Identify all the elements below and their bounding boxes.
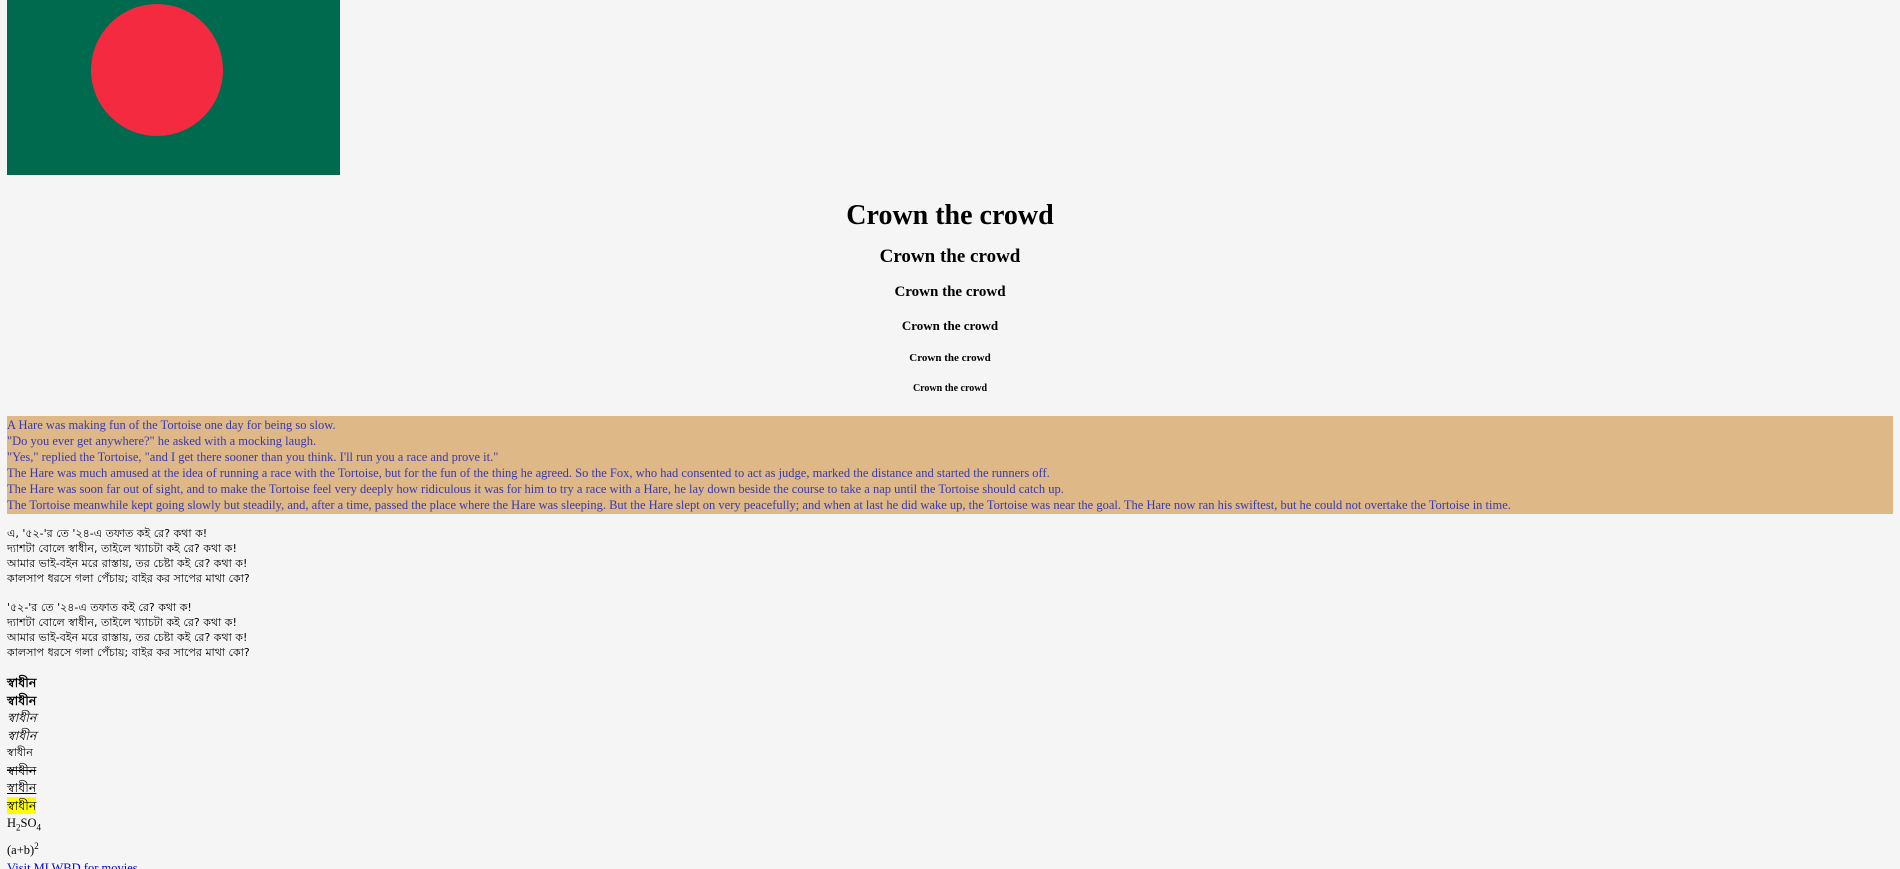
bangladesh-flag-image bbox=[7, 0, 340, 175]
mlwbd-link[interactable]: Visit MLWBD for movies bbox=[7, 861, 138, 869]
flag-disc bbox=[91, 4, 223, 136]
strong-word: স্বাধীন bbox=[7, 692, 37, 708]
story-line: "Do you ever get anywhere?" he asked wit… bbox=[7, 434, 317, 448]
small-word: স্বাধীন bbox=[7, 746, 33, 759]
story-line: The Hare was soon far out of sight, and … bbox=[7, 482, 1064, 496]
poem-verse-2: '৫২-'র তে '২৪-এ তফাত কই রে? কথা ক! দ্যাশ… bbox=[7, 600, 1893, 660]
italic-word: স্বাধীন bbox=[7, 710, 37, 725]
formula-h2so4: H2SO4 bbox=[7, 814, 1893, 837]
formula-superscript: 2 bbox=[34, 840, 39, 851]
story-paragraph: A Hare was making fun of the Tortoise on… bbox=[7, 416, 1893, 514]
formula-part: (a+b) bbox=[7, 842, 35, 857]
formula-part: SO bbox=[20, 816, 37, 830]
marked-word: স্বাধীন bbox=[7, 796, 37, 814]
emphasized-word: স্বাধীন bbox=[7, 727, 37, 743]
heading-4: Crown the crowd bbox=[901, 318, 999, 333]
story-line: A Hare was making fun of the Tortoise on… bbox=[7, 418, 336, 432]
formula-subscript: 4 bbox=[36, 822, 42, 833]
poem-line: কালসাপ ধরসে গলা পেঁচায়; বাইর কর সাপের ম… bbox=[7, 646, 250, 659]
headings-block: Crown the crowd Crown the crowd Crown th… bbox=[7, 193, 1893, 405]
poem-line: দ্যাশটা বোলে স্বাধীন, তাইলে খ্যাচটা কই র… bbox=[7, 616, 237, 629]
poem-verse-1: এ, '৫২-'র তে '২৪-এ তফাত কই রে? কথা ক! দ্… bbox=[7, 526, 1893, 586]
formatting-samples: স্বাধীন স্বাধীন স্বাধীন স্বাধীন স্বাধীন … bbox=[7, 674, 1893, 869]
story-line: "Yes," replied the Tortoise, "and I get … bbox=[7, 450, 499, 464]
poem-line: দ্যাশটা বোলে স্বাধীন, তাইলে খ্যাচটা কই র… bbox=[7, 542, 237, 555]
formula-ab-squared: (a+b)2 bbox=[7, 837, 1893, 859]
poem-line: '৫২-'র তে '২৪-এ তফাত কই রে? কথা ক! bbox=[7, 601, 192, 614]
poem-line: কালসাপ ধরসে গলা পেঁচায়; বাইর কর সাপের ম… bbox=[7, 572, 250, 585]
page: Crown the crowd Crown the crowd Crown th… bbox=[0, 0, 1900, 869]
heading-5: Crown the crowd bbox=[909, 352, 991, 364]
inserted-word: স্বাধীন bbox=[7, 780, 37, 795]
heading-3: Crown the crowd bbox=[894, 284, 1006, 300]
bold-word: স্বাধীন bbox=[7, 675, 37, 690]
formula-part: H bbox=[7, 816, 17, 830]
heading-6: Crown the crowd bbox=[912, 383, 988, 394]
deleted-word: স্বাধীন bbox=[7, 762, 37, 778]
story-line: The Tortoise meanwhile kept going slowly… bbox=[7, 498, 1511, 512]
story-line: The Hare was much amused at the idea of … bbox=[7, 466, 1050, 480]
heading-1: Crown the crowd bbox=[846, 200, 1054, 231]
poem-line: আমার ভাই-বইন মরে রাস্তায়, তর চেষ্টা কই … bbox=[7, 631, 248, 644]
heading-2: Crown the crowd bbox=[879, 246, 1021, 267]
poem-line: এ, '৫২-'র তে '২৪-এ তফাত কই রে? কথা ক! bbox=[7, 527, 208, 540]
poem-line: আমার ভাই-বইন মরে রাস্তায়, তর চেষ্টা কই … bbox=[7, 557, 248, 570]
